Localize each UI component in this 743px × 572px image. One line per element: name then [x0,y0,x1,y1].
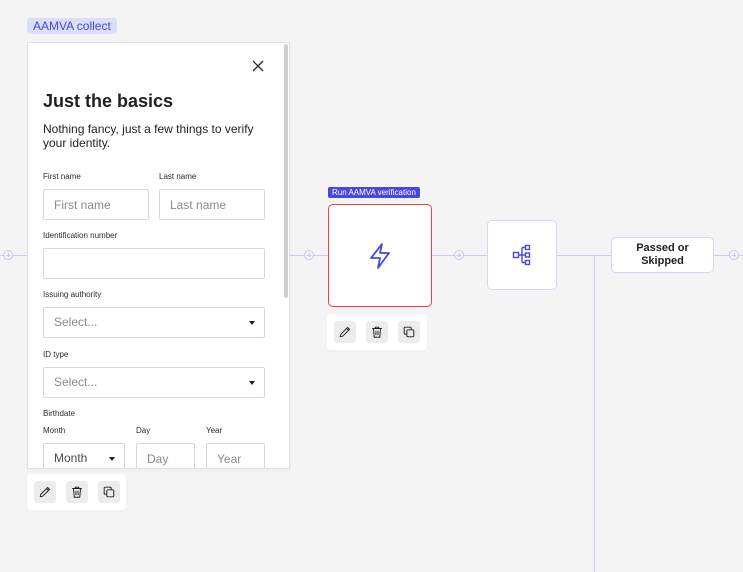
caret-down-icon [109,457,115,461]
day-label: Day [136,426,151,435]
birthdate-label: Birthdate [43,409,76,418]
first-name-label: First name [43,172,81,181]
edge-port[interactable] [3,250,13,260]
edit-button[interactable] [334,321,356,343]
edge-port[interactable] [454,250,464,260]
pencil-icon [339,326,351,338]
close-icon[interactable] [250,58,266,74]
result-node-label: Passed or Skipped [636,242,689,267]
result-node[interactable]: Passed or Skipped [611,237,714,273]
month-select[interactable]: Month [43,443,125,468]
delete-button[interactable] [66,481,88,503]
day-input[interactable] [136,443,195,468]
id-type-value: Select... [54,375,98,389]
action-node[interactable] [328,204,432,307]
caret-down-icon [249,321,255,325]
caret-down-icon [249,381,255,385]
edge-branch-down [594,256,595,572]
id-type-select[interactable]: Select... [43,367,265,398]
year-input[interactable] [206,443,265,468]
copy-icon [103,486,115,498]
issuing-authority-select[interactable]: Select... [43,307,265,338]
form-subtitle: Nothing fancy, just a few things to veri… [43,122,254,150]
last-name-label: Last name [159,172,197,181]
form-preview-card: Just the basics Nothing fancy, just a fe… [27,42,290,469]
edge-branch-to-result [557,255,611,256]
issuing-authority-value: Select... [54,315,98,329]
copy-icon [403,326,415,338]
action-node-tag: Run AAMVA verification [328,187,420,198]
month-label: Month [43,426,66,435]
id-number-label: Identification number [43,231,118,240]
last-name-input[interactable] [159,189,265,220]
first-name-input[interactable] [43,189,149,220]
month-value: Month [54,451,88,465]
id-type-label: ID type [43,350,69,359]
delete-button[interactable] [366,321,388,343]
lightning-icon [370,242,390,269]
edge-port[interactable] [729,250,739,260]
form-title: Just the basics [43,91,174,111]
branch-icon [512,244,531,266]
trash-icon [72,486,82,498]
action-node-toolbar [327,314,427,350]
edge-port[interactable] [304,250,314,260]
group-tag: AAMVA collect [27,18,117,34]
trash-icon [372,326,382,338]
pencil-icon [39,486,51,498]
edit-button[interactable] [34,481,56,503]
year-label: Year [206,426,223,435]
duplicate-button[interactable] [98,481,120,503]
form-node-toolbar [27,474,126,510]
branch-node[interactable] [487,220,557,290]
duplicate-button[interactable] [398,321,420,343]
id-number-input[interactable] [43,248,265,279]
issuing-authority-label: Issuing authority [43,290,102,299]
form-scrollbar[interactable] [284,44,288,298]
